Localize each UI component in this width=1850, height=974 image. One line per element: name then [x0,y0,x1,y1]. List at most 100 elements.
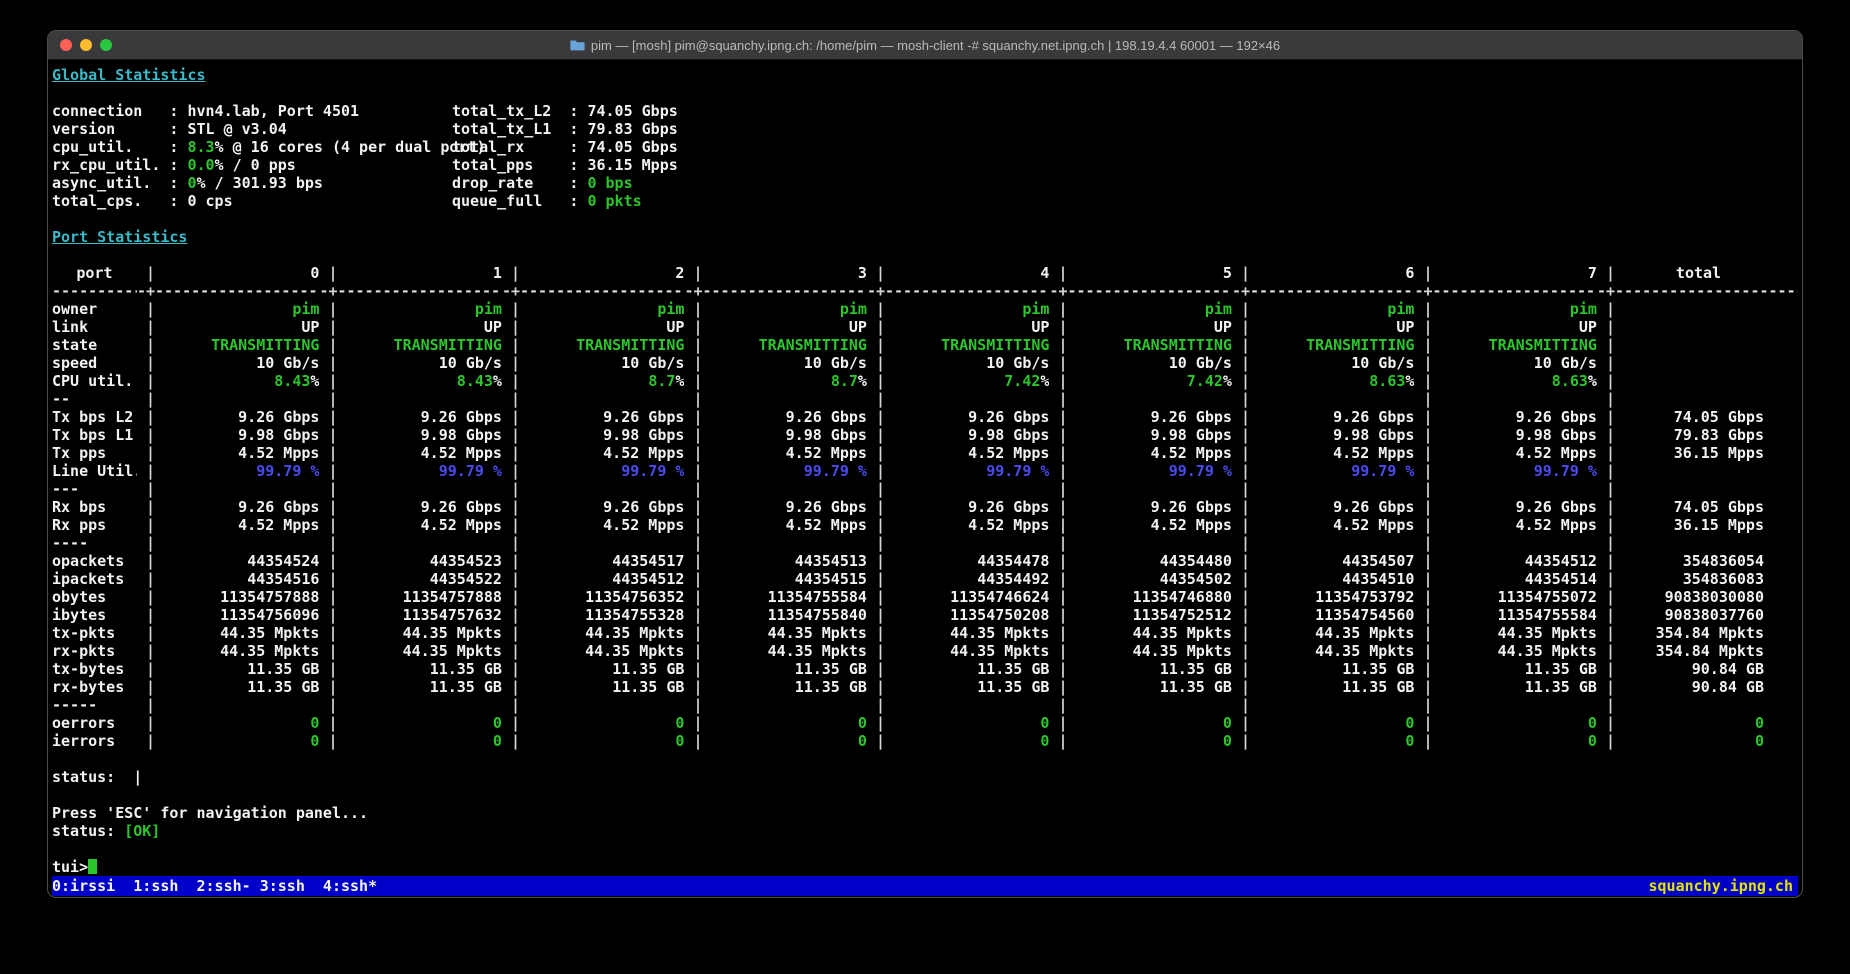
tmux-window-4[interactable]: 4:ssh* [314,877,377,895]
table-row-oerrors: oerrors |0 |0 |0 |0 |0 |0 |0 |0 |0 [52,714,1798,732]
port-value: 10 Gb/s [1250,354,1414,372]
port-value: 44.35 Mpkts [885,624,1049,642]
port-cell: 44.35 Mpkts | [520,624,703,642]
port-value [338,480,502,498]
value: 9.26 Gbps [786,498,867,516]
port-value: UP [703,318,867,336]
port-value: 8.43% [338,372,502,390]
pipe: | [1232,372,1250,390]
tmux-window-1[interactable]: 1:ssh [124,877,187,895]
port-cell: | [1250,534,1433,552]
port-value: TRANSMITTING [155,336,319,354]
pipe: | [137,624,155,642]
value: 9.26 Gbps [968,408,1049,426]
pipe: | [867,624,885,642]
value: 0 [310,732,319,750]
port-value [155,534,319,552]
tmux-window-3[interactable]: 3:ssh [251,877,314,895]
value: 44354510 [1342,570,1414,588]
port-value: 4.52 Mpps [885,516,1049,534]
value: 44.35 Mpkts [1133,642,1232,660]
port-value: 99.79 % [703,462,867,480]
port-cell: 0 | [703,714,886,732]
stat-label: rx_cpu_util. [52,156,169,174]
port-value: 11.35 GB [1250,660,1414,678]
port-cell: 44.35 Mpkts | [703,642,886,660]
stat-colon: : [569,102,587,120]
total-value: 36.15 Mpps [1674,516,1764,534]
port-cell: 11354746880 | [1068,588,1251,606]
port-cell: 44.35 Mpkts | [338,624,521,642]
esc-hint-line: Press 'ESC' for navigation panel... [52,804,1798,822]
port-cell: 44354502 | [1068,570,1251,588]
port-value: 44354524 [155,552,319,570]
value: UP [1031,318,1049,336]
value: 44.35 Mpkts [768,642,867,660]
tmux-window-0[interactable]: 0:irssi [52,877,124,895]
port-statistics-table: port |0 |1 |2 |3 |4 |5 |6 |7 |total-----… [52,264,1798,750]
port-cell: TRANSMITTING | [1068,336,1251,354]
port-cell: 44.35 Mpkts | [1250,642,1433,660]
total-cell: 90.84 GB [1615,678,1798,696]
row-label: CPU util. [52,372,137,390]
port-cell: 44.35 Mpkts | [703,624,886,642]
port-cell: 9.98 Gbps | [1068,426,1251,444]
tmux-hostname: squanchy.ipng.ch [1649,876,1799,896]
total-cell: 36.15 Mpps [1615,516,1798,534]
port-value: 11.35 GB [520,660,684,678]
value: 11.35 GB [612,660,684,678]
port-cell: 11354746624 | [885,588,1068,606]
port-cell: | [1433,480,1616,498]
port-value: 44.35 Mpkts [1433,642,1597,660]
value: 9.98 Gbps [603,426,684,444]
port-value: 9.98 Gbps [1068,426,1232,444]
value: 44.35 Mpkts [585,624,684,642]
pipe: | [867,552,885,570]
pipe: | [137,642,155,660]
pipe: | [502,498,520,516]
close-button[interactable] [60,39,72,51]
total-cell [1615,372,1798,390]
pipe: | [502,534,520,552]
minimize-button[interactable] [80,39,92,51]
port-value: 4.52 Mpps [338,516,502,534]
value: 11.35 GB [1160,678,1232,696]
total-cell: 79.83 Gbps [1615,426,1798,444]
total-value: 354.84 Mpkts [1656,642,1764,660]
value: 0 [310,714,319,732]
port-value: 11.35 GB [1068,678,1232,696]
stat-value: 0 pkts [587,192,641,210]
value: 99.79 % [439,462,502,480]
value: 11.35 GB [795,678,867,696]
separator-cell: ----------------------------------------… [1068,282,1251,300]
pipe: | [502,516,520,534]
value: 0 [493,714,502,732]
port-value: 9.98 Gbps [703,426,867,444]
row-label-cell: Line Util. | [52,462,155,480]
port-value: 44354507 [1250,552,1414,570]
port-cell: 9.98 Gbps | [338,426,521,444]
port-value: 11354755072 [1433,588,1597,606]
pipe: | [684,570,702,588]
pipe: | [1232,300,1250,318]
pipe: | [137,570,155,588]
port-value: 9.98 Gbps [1433,426,1597,444]
row-label: opackets [52,552,137,570]
port-value: 9.98 Gbps [155,426,319,444]
pipe: | [1597,372,1615,390]
port-cell: 44354514 | [1433,570,1616,588]
port-value: 11354753792 [1250,588,1414,606]
global-statistics-heading: Global Statistics [52,66,206,84]
zoom-button[interactable] [100,39,112,51]
tmux-window-2[interactable]: 2:ssh- [187,877,250,895]
value: 9.98 Gbps [238,426,319,444]
port-cell: 99.79 % | [520,462,703,480]
value: 11354755840 [768,606,867,624]
pipe: | [319,264,337,282]
pipe: | [502,300,520,318]
pipe: | [867,498,885,516]
prompt-line[interactable]: tui> [52,858,1798,876]
pipe: | [1597,444,1615,462]
port-statistics-heading: Port Statistics [52,228,187,246]
window-titlebar[interactable]: pim — [mosh] pim@squanchy.ipng.ch: /home… [48,31,1802,60]
